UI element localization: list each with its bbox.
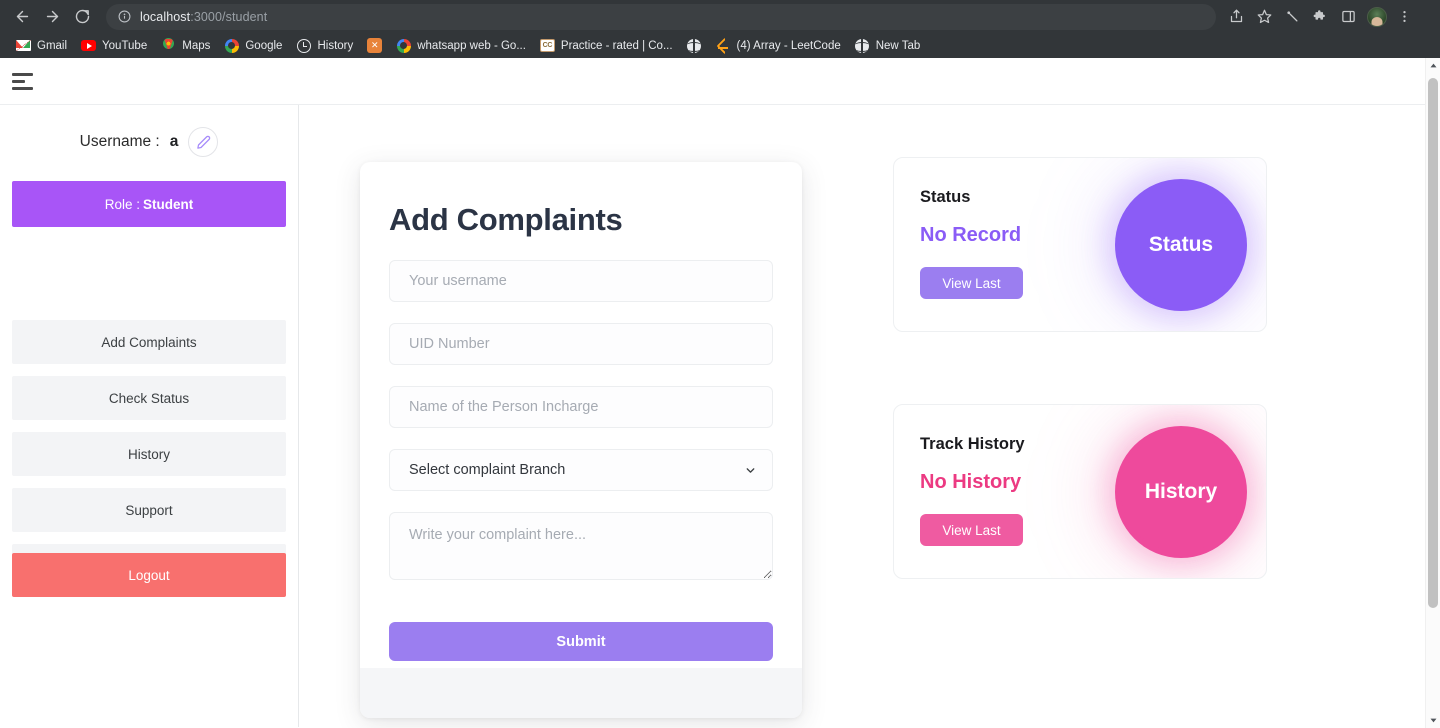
history-view-last-button[interactable]: View Last [920,514,1023,546]
globe-icon [687,38,702,53]
username-row: Username : a [0,119,298,165]
scrollbar-up-arrow-icon[interactable] [1426,58,1440,73]
app-viewport: Username : a Role : Student Add Complaint… [0,58,1440,728]
sidepanel-icon[interactable] [1336,4,1361,29]
pen-icon[interactable] [1280,4,1305,29]
toolbar-right-icons [1224,4,1417,29]
globe-icon [855,38,870,53]
bookmark-label: New Tab [875,39,921,52]
sidebar-nav: Add Complaints Check Status History Supp… [0,320,298,532]
bookmark-practice-rated[interactable]: CC Practice - rated | Co... [533,35,680,56]
role-label: Role : [104,196,141,212]
page-scrollbar[interactable] [1425,58,1440,728]
role-value: Student [143,196,194,212]
url-path: :3000/student [190,9,268,24]
sidebar-item-history[interactable]: History [12,432,286,476]
bookmark-whatsapp-web[interactable]: whatsapp web - Go... [389,35,533,56]
sidebar: Username : a Role : Student Add Complaint… [0,105,299,727]
cc-codechef-icon: CC [539,38,555,53]
status-view-last-button[interactable]: View Last [920,267,1023,299]
uid-number-input[interactable] [389,323,773,365]
url-host: localhost [140,9,191,24]
complaint-branch-select[interactable]: Select complaint Branch [389,449,773,491]
profile-avatar[interactable] [1364,4,1389,29]
status-blob[interactable]: Status [1118,182,1244,308]
status-card: Status No Record View Last Status [893,157,1267,332]
add-complaints-card: Add Complaints Select complaint Branch S… [360,162,802,718]
google-maps-icon [161,38,176,53]
complaint-textarea[interactable] [389,512,773,580]
pencil-edit-icon[interactable] [188,127,219,157]
url-text: localhost:3000/student [140,10,267,24]
address-bar[interactable]: localhost:3000/student [106,3,1216,30]
branch-select-wrapper: Select complaint Branch [389,449,773,512]
browser-chrome: localhost:3000/student Gmail YouTube Map… [0,0,1440,58]
leetcode-icon [716,38,731,53]
bookmark-google[interactable]: Google [217,35,289,56]
main-content: Add Complaints Select complaint Branch S… [299,105,1440,727]
bookmark-label: History [317,39,354,52]
bookmark-leetcode[interactable]: (4) Array - LeetCode [709,35,848,56]
scrollbar-thumb[interactable] [1428,78,1438,608]
submit-button[interactable]: Submit [389,622,773,661]
username-label: Username : [79,133,160,150]
orange-square-icon [367,38,383,53]
bookmark-label: (4) Array - LeetCode [736,39,841,52]
app-topbar [0,58,1440,105]
bookmark-star-icon[interactable] [1252,4,1277,29]
browser-toolbar: localhost:3000/student [0,0,1440,33]
history-blob[interactable]: History [1118,429,1244,555]
google-icon [396,38,411,53]
history-clock-icon [296,38,311,53]
sidebar-item-check-status[interactable]: Check Status [12,376,286,420]
logout-button[interactable]: Logout [12,553,286,597]
logout-container: Logout [0,544,298,597]
bookmark-label: YouTube [102,39,148,52]
bookmark-youtube[interactable]: YouTube [74,35,154,56]
reload-icon[interactable] [68,3,96,31]
back-arrow-icon[interactable] [8,3,36,31]
info-circle-icon[interactable] [118,10,131,23]
role-badge-button[interactable]: Role : Student [12,181,286,227]
scrollbar-down-arrow-icon[interactable] [1426,713,1440,728]
extensions-puzzle-icon[interactable] [1308,4,1333,29]
hamburger-menu-icon[interactable] [10,69,36,94]
bookmark-new-tab[interactable]: New Tab [848,35,928,56]
three-dot-menu-icon[interactable] [1392,4,1417,29]
sidebar-item-support[interactable]: Support [12,488,286,532]
sidebar-item-add-complaints[interactable]: Add Complaints [12,320,286,364]
bookmark-gmail[interactable]: Gmail [9,35,74,56]
bookmark-label: whatsapp web - Go... [417,39,526,52]
bookmark-globe[interactable] [680,35,709,56]
bookmark-label: Gmail [37,39,68,52]
app-body: Username : a Role : Student Add Complaint… [0,105,1440,727]
side-cards: Status No Record View Last Status Track … [893,157,1267,579]
page-title: Add Complaints [389,202,623,237]
username-input[interactable] [389,260,773,302]
bookmark-label: Maps [182,39,211,52]
google-icon [224,38,239,53]
forward-arrow-icon[interactable] [38,3,66,31]
bookmark-label: Google [245,39,283,52]
bookmark-orange[interactable] [360,35,389,56]
gmail-icon [16,38,31,53]
share-icon[interactable] [1224,4,1249,29]
bookmark-label: Practice - rated | Co... [560,39,673,52]
bookmark-history[interactable]: History [289,35,360,56]
bookmarks-bar: Gmail YouTube Maps Google History whatsa… [0,33,1440,58]
track-history-card: Track History No History View Last Histo… [893,404,1267,579]
bookmark-maps[interactable]: Maps [154,35,217,56]
person-incharge-input[interactable] [389,386,773,428]
username-value: a [169,133,179,150]
youtube-icon [81,38,97,53]
